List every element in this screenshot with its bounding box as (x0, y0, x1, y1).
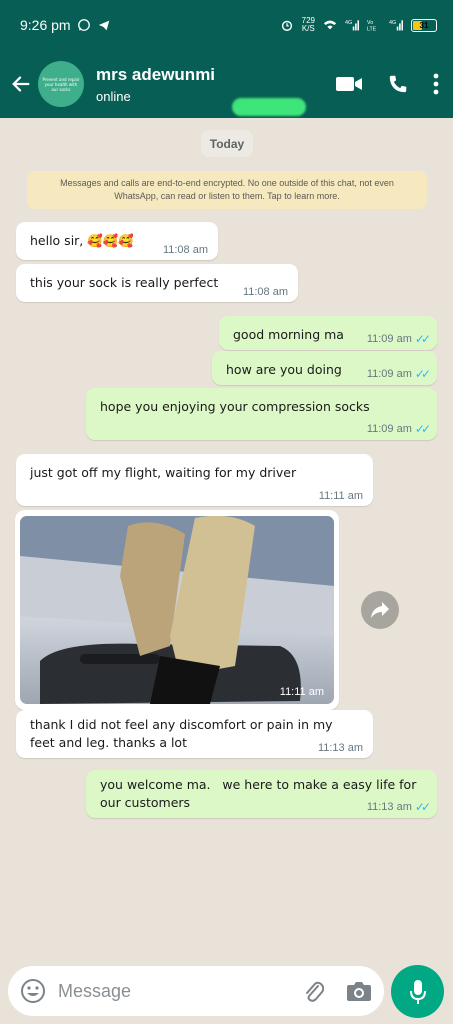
video-call-icon[interactable] (335, 74, 363, 94)
wifi-icon (323, 20, 337, 30)
arrow-left-icon (12, 76, 30, 92)
socks-photo (20, 516, 334, 704)
message-time: 11:09 am (366, 333, 412, 345)
volte-icon: Vo LTE (367, 20, 377, 32)
message-composer[interactable]: Message (8, 966, 384, 1016)
emoji-icon[interactable] (20, 978, 46, 1004)
message-text: hope you enjoying your compression socks (100, 399, 370, 414)
redaction-mark (232, 98, 306, 116)
contact-info[interactable]: mrs adewunmi online (96, 65, 215, 104)
microphone-icon (409, 979, 426, 1004)
message-time: 11:09 am (366, 368, 412, 380)
battery-icon: 31 (411, 18, 437, 32)
message-incoming[interactable]: thank I did not feel any discomfort or p… (16, 710, 373, 758)
signal-4g-icon: 4G (345, 20, 359, 31)
voice-message-button[interactable] (391, 965, 444, 1018)
message-time: 11:08 am (242, 286, 288, 298)
svg-text:4G: 4G (389, 20, 396, 26)
message-image[interactable]: 11:11 am (20, 516, 334, 704)
alarm-icon (281, 20, 292, 31)
date-label: Today (201, 130, 253, 157)
signal-bars-icon: 4G (389, 20, 403, 31)
message-incoming[interactable]: just got off my flight, waiting for my d… (16, 454, 373, 506)
read-ticks-icon: ✓✓ (414, 367, 431, 381)
svg-text:4G: 4G (345, 20, 352, 26)
read-ticks-icon: ✓✓ (414, 800, 431, 814)
message-outgoing[interactable]: good morning ma 11:09 am ✓✓ (219, 316, 437, 350)
message-time: 11:11 am (279, 686, 324, 698)
battery-level: 31 (419, 20, 429, 30)
avatar-text: Prevent and repair your health with our … (42, 76, 80, 92)
camera-icon[interactable] (346, 980, 372, 1002)
status-bar: 9:26 pm 729 K/S 4G Vo LTE 4G 31 (0, 0, 453, 50)
whatsapp-icon (77, 19, 90, 31)
status-time: 9:26 pm (20, 17, 71, 33)
message-incoming[interactable]: hello sir, 🥰🥰🥰 11:08 am (16, 222, 218, 260)
network-speed-unit: K/S (301, 24, 315, 33)
back-button[interactable] (4, 67, 38, 101)
telegram-icon (98, 20, 109, 31)
phone-call-icon[interactable] (387, 73, 409, 95)
message-time: 11:13 am (366, 801, 412, 813)
svg-text:LTE: LTE (367, 26, 377, 32)
message-time: 11:13 am (317, 742, 363, 754)
avatar[interactable]: Prevent and repair your health with our … (38, 61, 84, 107)
contact-name: mrs adewunmi (96, 64, 216, 84)
chat-area[interactable]: Today Messages and calls are end-to-end … (0, 118, 453, 960)
message-outgoing[interactable]: hope you enjoying your compression socks… (86, 388, 437, 440)
contact-status: online (96, 88, 131, 104)
forward-button[interactable] (361, 591, 399, 629)
message-time: 11:08 am (162, 244, 208, 256)
message-time: 11:11 am (318, 490, 363, 502)
svg-text:Vo: Vo (367, 20, 373, 26)
network-speed: 729 K/S (302, 17, 315, 33)
message-input[interactable]: Message (58, 981, 131, 1002)
message-incoming[interactable]: this your sock is really perfect 11:08 a… (16, 264, 298, 302)
message-text: just got off my flight, waiting for my d… (30, 465, 297, 480)
more-options-icon[interactable] (433, 73, 439, 95)
message-time: 11:09 am (366, 423, 412, 435)
read-ticks-icon: ✓✓ (414, 422, 431, 436)
read-ticks-icon: ✓✓ (414, 332, 431, 346)
message-outgoing[interactable]: how are you doing 11:09 am ✓✓ (212, 351, 437, 385)
chat-header: Prevent and repair your health with our … (0, 50, 453, 118)
attachment-icon[interactable] (302, 979, 324, 1003)
encryption-notice[interactable]: Messages and calls are end-to-end encryp… (27, 171, 427, 209)
message-text: thank I did not feel any discomfort or p… (30, 717, 337, 750)
message-outgoing[interactable]: you welcome ma. we here to make a easy l… (86, 770, 437, 818)
forward-icon (371, 602, 389, 618)
